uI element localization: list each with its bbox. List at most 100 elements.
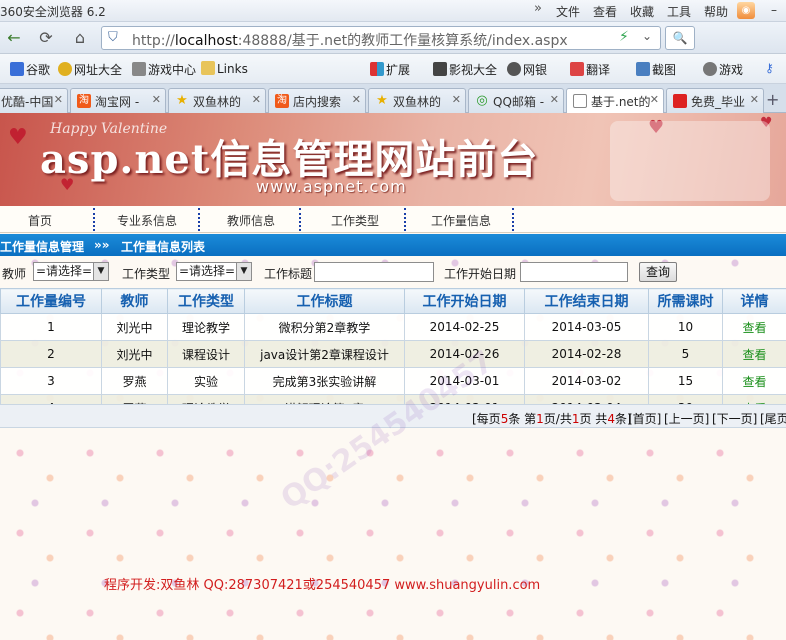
col-header-end-date[interactable]: 工作结束日期 [524, 288, 649, 314]
title-input[interactable] [314, 262, 434, 282]
banner-domain: www.aspnet.com [256, 177, 407, 196]
type-select[interactable]: =请选择= ▼ [176, 262, 252, 281]
col-header-id[interactable]: 工作量编号 [0, 288, 102, 314]
table-row: 1 刘光中 理论教学 微积分第2章教学 2014-02-25 2014-03-0… [0, 313, 786, 341]
bank-icon [507, 62, 521, 76]
menu-overflow-icon[interactable]: » [534, 1, 542, 16]
nav-majors[interactable]: 专业系信息 [117, 212, 177, 229]
close-icon[interactable]: ✕ [352, 93, 361, 106]
qq-mail-icon: ◎ [476, 93, 488, 108]
next-page-link[interactable]: [下一页] [712, 410, 757, 427]
bookmark-games[interactable]: 游戏中心 [132, 61, 196, 78]
tab-shop-search[interactable]: 淘店内搜索 ✕ [268, 88, 366, 113]
tab-youku[interactable]: 优酷-中国 ✕ [0, 88, 68, 113]
cell-hours: 10 [648, 313, 723, 341]
cell-type: 课程设计 [167, 340, 245, 368]
start-date-input[interactable] [520, 262, 628, 282]
home-icon[interactable]: ⌂ [68, 27, 92, 49]
security-shield-icon: ⛉ [108, 30, 118, 45]
close-icon[interactable]: ✕ [152, 93, 161, 106]
back-icon[interactable]: ← [2, 27, 26, 49]
last-page-link[interactable]: [尾页] [760, 410, 786, 427]
menu-favorites[interactable]: 收藏 [630, 3, 667, 20]
user-avatar[interactable]: ◉ [737, 2, 755, 19]
view-link[interactable]: 查看 [722, 367, 786, 395]
bookmark-sites[interactable]: 网址大全 [58, 61, 122, 78]
nav-teachers[interactable]: 教师信息 [227, 212, 275, 229]
nav-work-types[interactable]: 工作类型 [331, 212, 379, 229]
close-icon[interactable]: ✕ [252, 93, 261, 106]
col-header-title[interactable]: 工作标题 [244, 288, 405, 314]
col-header-teacher[interactable]: 教师 [101, 288, 168, 314]
view-link[interactable]: 查看 [722, 340, 786, 368]
start-date-label: 工作开始日期 [444, 267, 517, 281]
tab-taobao[interactable]: 淘淘宝网 - ✕ [70, 88, 166, 113]
bank-button[interactable]: 网银 [507, 61, 547, 78]
type-label: 工作类型 [122, 267, 171, 281]
minimize-icon[interactable]: – [771, 3, 777, 17]
new-tab-icon[interactable]: + [766, 90, 779, 109]
close-icon[interactable]: ✕ [452, 93, 461, 106]
menu-file[interactable]: 文件 [556, 3, 593, 20]
cell-end-date: 2014-03-02 [524, 367, 649, 395]
page-info: [每页5条 第1页/共1页 共4条] [472, 412, 632, 426]
cell-teacher: 罗燕 [101, 367, 168, 395]
site-banner: Happy Valentine ♥ ♥ ♥ ♥ asp.net信息管理网站前台 … [0, 113, 786, 206]
close-icon[interactable]: ✕ [54, 93, 63, 106]
url-dropdown-icon[interactable]: ⌄ [642, 29, 652, 43]
search-engine-icon[interactable]: 🔍 [665, 26, 695, 50]
col-header-type[interactable]: 工作类型 [167, 288, 245, 314]
cell-id: 3 [0, 367, 102, 395]
web-page: Happy Valentine ♥ ♥ ♥ ♥ asp.net信息管理网站前台 … [0, 113, 786, 640]
tab-qqmail[interactable]: ◎ QQ邮箱 - ✕ [468, 88, 564, 113]
game-icon [703, 62, 717, 76]
menu-tools[interactable]: 工具 [667, 3, 704, 20]
game-button[interactable]: 游戏 [703, 61, 743, 78]
url-input[interactable]: ⛉ http://localhost:48888/基于.net的教师工作量核算系… [101, 26, 661, 50]
workload-table: 工作量编号 教师 工作类型 工作标题 工作开始日期 工作结束日期 所需课时 详情… [0, 288, 786, 422]
heart-icon: ♥ [8, 125, 28, 150]
teacher-select[interactable]: =请选择= ▼ [33, 262, 109, 281]
nav-home[interactable]: 首页 [28, 212, 52, 229]
star-icon: ★ [176, 93, 188, 108]
search-button[interactable]: 查询 [639, 262, 677, 282]
cell-type: 理论教学 [167, 313, 245, 341]
col-header-hours[interactable]: 所需课时 [648, 288, 723, 314]
close-icon[interactable]: ✕ [550, 93, 559, 106]
col-header-start-date[interactable]: 工作开始日期 [404, 288, 525, 314]
url-text: http://localhost:48888/基于.net的教师工作量核算系统/… [132, 33, 568, 49]
tab-current[interactable]: 基于.net的 ✕ [566, 88, 664, 114]
video-button[interactable]: 影视大全 [433, 61, 497, 78]
bookmark-links[interactable]: Links [201, 61, 248, 76]
menu-view[interactable]: 查看 [593, 3, 630, 20]
breadcrumb-separator: »» [94, 238, 110, 252]
first-page-link[interactable]: [首页] [628, 410, 661, 427]
filter-form: 教师 =请选择= ▼ 工作类型 =请选择= ▼ 工作标题 工作开始日期 查询 [0, 259, 786, 285]
tab-free[interactable]: 免费_毕业 ✕ [666, 88, 764, 113]
cell-id: 2 [0, 340, 102, 368]
bookmark-google[interactable]: 谷歌 [10, 61, 50, 78]
refresh-icon[interactable]: ⟳ [34, 27, 58, 49]
taobao-icon: 淘 [275, 94, 289, 108]
browser-menu: 文件 查看 收藏 工具 帮助 [556, 3, 741, 20]
tab-shuangyulin-2[interactable]: ★ 双鱼林的 ✕ [368, 88, 466, 113]
tab-shuangyulin-1[interactable]: ★ 双鱼林的 ✕ [168, 88, 266, 113]
menu-help[interactable]: 帮助 [704, 3, 741, 20]
tab-strip: 优酷-中国 ✕ 淘淘宝网 - ✕ ★ 双鱼林的 ✕ 淘店内搜索 ✕ ★ 双鱼林的 ✕ ◎ QQ邮… [0, 84, 786, 114]
prev-page-link[interactable]: [上一页] [664, 410, 709, 427]
close-icon[interactable]: ✕ [750, 93, 759, 106]
video-icon [433, 62, 447, 76]
translate-button[interactable]: 翻译 [570, 61, 610, 78]
screenshot-button[interactable]: 截图 [636, 61, 676, 78]
view-link[interactable]: 查看 [722, 313, 786, 341]
google-icon [10, 62, 24, 76]
extensions-button[interactable]: 扩展 [370, 61, 410, 78]
speed-mode-icon[interactable]: ⚡ [619, 29, 629, 45]
key-icon[interactable]: ⚷ [765, 61, 774, 75]
breadcrumb-section[interactable]: 工作量信息管理 [0, 238, 84, 255]
close-icon[interactable]: ✕ [650, 93, 659, 106]
table-header-row: 工作量编号 教师 工作类型 工作标题 工作开始日期 工作结束日期 所需课时 详情 [0, 288, 786, 314]
nav-workload[interactable]: 工作量信息 [431, 212, 491, 229]
bookmarks-bar: 谷歌 网址大全 游戏中心 Links 扩展 影视大全 网银 翻译 截图 游戏 ⚷ [0, 54, 786, 84]
cell-title: 微积分第2章教学 [244, 313, 405, 341]
